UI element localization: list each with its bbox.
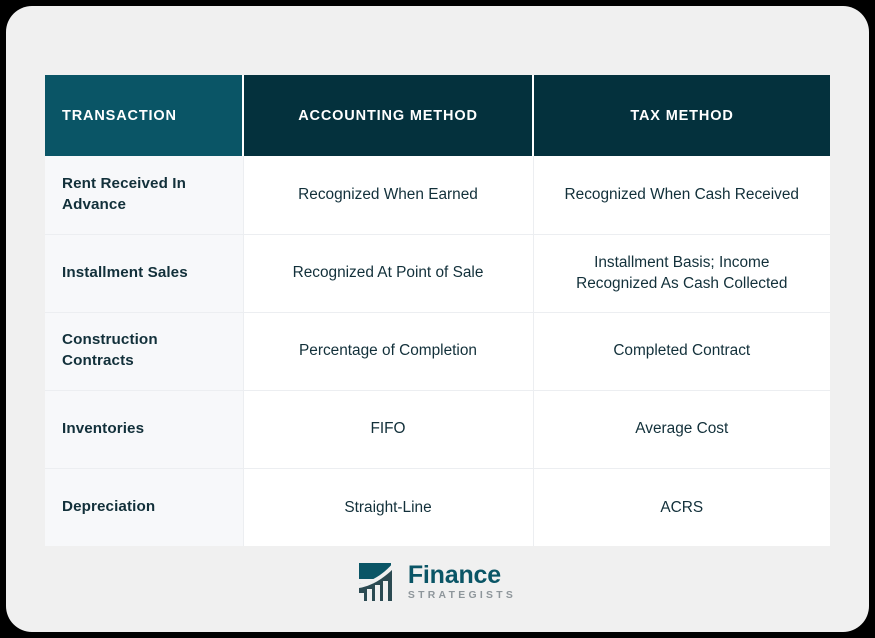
cell-tax-method: Average Cost xyxy=(533,390,830,468)
table-container: TRANSACTION ACCOUNTING METHOD TAX METHOD… xyxy=(45,75,830,546)
table-row: Installment Sales Recognized At Point of… xyxy=(45,234,830,312)
cell-transaction: Depreciation xyxy=(45,468,243,546)
brand-logo: Finance STRATEGISTS xyxy=(6,562,869,602)
column-header-accounting-method: ACCOUNTING METHOD xyxy=(243,75,533,156)
cell-transaction: Inventories xyxy=(45,390,243,468)
accounting-vs-tax-method-table: TRANSACTION ACCOUNTING METHOD TAX METHOD… xyxy=(45,75,830,546)
page-card: TRANSACTION ACCOUNTING METHOD TAX METHOD… xyxy=(6,6,869,632)
column-header-transaction: TRANSACTION xyxy=(45,75,243,156)
table-row: Inventories FIFO Average Cost xyxy=(45,390,830,468)
table-row: Rent Received In Advance Recognized When… xyxy=(45,156,830,234)
cell-accounting-method: Recognized When Earned xyxy=(243,156,533,234)
table-row: Construction Contracts Percentage of Com… xyxy=(45,312,830,390)
cell-accounting-method: Percentage of Completion xyxy=(243,312,533,390)
cell-tax-method: Recognized When Cash Received xyxy=(533,156,830,234)
cell-transaction: Rent Received In Advance xyxy=(45,156,243,234)
table-row: Depreciation Straight-Line ACRS xyxy=(45,468,830,546)
cell-accounting-method: FIFO xyxy=(243,390,533,468)
cell-accounting-method: Straight-Line xyxy=(243,468,533,546)
brand-logo-wordmark: Finance STRATEGISTS xyxy=(408,563,516,601)
cell-tax-method: Installment Basis; Income Recognized As … xyxy=(533,234,830,312)
cell-transaction: Installment Sales xyxy=(45,234,243,312)
table-body: Rent Received In Advance Recognized When… xyxy=(45,156,830,546)
brand-logo-inner: Finance STRATEGISTS xyxy=(359,562,516,602)
cell-transaction: Construction Contracts xyxy=(45,312,243,390)
table-header-row: TRANSACTION ACCOUNTING METHOD TAX METHOD xyxy=(45,75,830,156)
cell-tax-method: Completed Contract xyxy=(533,312,830,390)
column-header-tax-method: TAX METHOD xyxy=(533,75,830,156)
table-header: TRANSACTION ACCOUNTING METHOD TAX METHOD xyxy=(45,75,830,156)
finance-strategists-logo-icon xyxy=(359,562,401,602)
brand-name-primary: Finance xyxy=(408,563,516,588)
cell-tax-method: ACRS xyxy=(533,468,830,546)
brand-name-secondary: STRATEGISTS xyxy=(408,591,516,601)
cell-accounting-method: Recognized At Point of Sale xyxy=(243,234,533,312)
